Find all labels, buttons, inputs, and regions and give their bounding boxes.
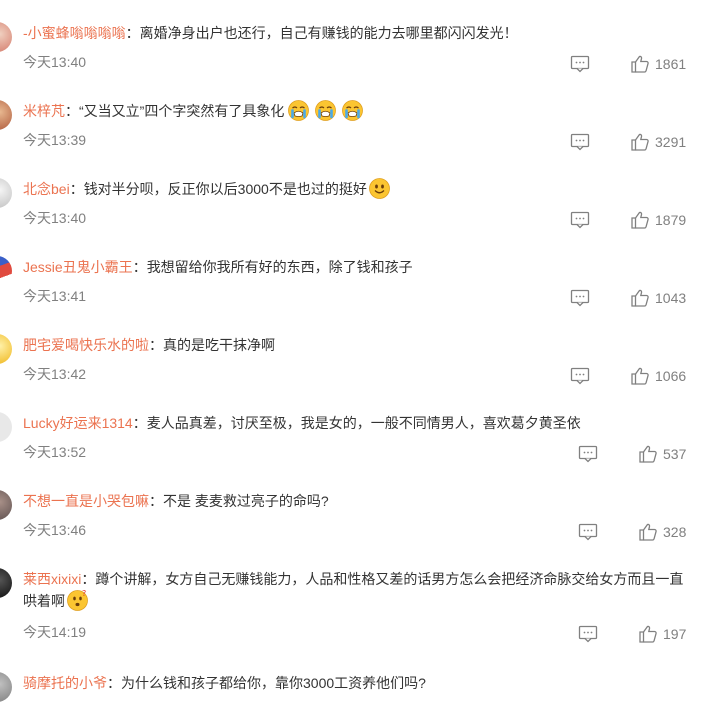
- comment-separator: ：: [149, 337, 163, 353]
- comment-separator: ：: [149, 493, 163, 509]
- thumbs-up-icon: [631, 289, 649, 307]
- thumbs-up-icon: [639, 523, 657, 541]
- avatar-image: [0, 672, 12, 702]
- like-button[interactable]: 1066: [630, 366, 686, 386]
- comment-username[interactable]: Jessie丑鬼小霸王: [23, 259, 133, 275]
- comment-text-line: Jessie丑鬼小霸王：我想留给你我所有好的东西，除了钱和孩子: [23, 256, 692, 278]
- like-button[interactable]: 1879: [630, 210, 686, 230]
- comment-separator: ：: [69, 181, 84, 197]
- crying-face-icon: [315, 100, 337, 121]
- avatar[interactable]: [0, 672, 12, 702]
- like-button[interactable]: 328: [638, 522, 686, 542]
- comment-separator: ：: [65, 103, 79, 119]
- like-button[interactable]: 3291: [630, 132, 686, 152]
- avatar-image: [0, 490, 12, 520]
- comment-separator: ：: [125, 25, 140, 41]
- avatar[interactable]: [0, 334, 12, 364]
- comment-text-line: 骑摩托的小爷：为什么钱和孩子都给你，靠你3000工资养他们吗?: [23, 672, 692, 694]
- comment-text-line: -小蜜蜂嗡嗡嗡嗡：离婚净身出户也还行，自己有赚钱的能力去哪里都闪闪发光！: [23, 22, 692, 44]
- like-button[interactable]: 537: [638, 444, 686, 464]
- comment-body: “又当又立”四个字突然有了具象化: [79, 103, 285, 119]
- avatar-image: [0, 568, 12, 598]
- like-count: 3291: [655, 134, 687, 150]
- crying-face-icon: [288, 100, 310, 121]
- like-count: 197: [663, 626, 687, 642]
- like-count: 1879: [655, 212, 687, 228]
- reply-icon[interactable]: [570, 288, 590, 308]
- avatar-image: [0, 178, 12, 208]
- comment-timestamp: 今天14:19: [23, 624, 87, 640]
- comment-text-line: 莱西xixixi：蹲个讲解，女方自己无赚钱能力，人品和性格又差的话男方怎么会把经…: [23, 568, 692, 612]
- comment-body: 蹲个讲解，女方自己无赚钱能力，人品和性格又差的话男方怎么会把经济命脉交给女方而且…: [23, 571, 684, 609]
- avatar-image: [0, 22, 12, 52]
- reply-icon[interactable]: [578, 522, 598, 542]
- comment-timestamp: 今天13:40: [23, 210, 87, 226]
- comment-body: 钱对半分呗，反正你以后3000不是也过的挺好: [83, 181, 367, 197]
- like-count: 1043: [655, 290, 687, 306]
- comment-timestamp: 今天13:42: [23, 366, 87, 382]
- avatar-image: [0, 100, 12, 130]
- comment-separator: ：: [81, 571, 96, 587]
- like-button[interactable]: 197: [638, 624, 686, 644]
- crying-face-icon: [342, 100, 364, 121]
- comment-text-line: Lucky好运来1314：麦人品真差，讨厌至极，我是女的，一般不同情男人，喜欢葛…: [23, 412, 692, 434]
- comment-username[interactable]: 莱西xixixi: [23, 571, 81, 587]
- comment-body: 不是 麦麦救过亮子的命吗?: [163, 493, 329, 509]
- smiley-face-icon: [368, 178, 390, 199]
- comment-body: 麦人品真差，讨厌至极，我是女的，一般不同情男人，喜欢葛夕黄圣依: [146, 415, 581, 431]
- comment-timestamp: 今天13:39: [23, 132, 87, 148]
- comment-username[interactable]: 不想一直是小哭包嘛: [23, 493, 149, 509]
- comment-username[interactable]: Lucky好运来1314: [23, 415, 133, 431]
- comment-username[interactable]: 米梓芃: [23, 103, 65, 119]
- comment-timestamp: 今天13:41: [23, 288, 87, 304]
- comment-username[interactable]: 北念bei: [23, 181, 70, 197]
- like-count: 1066: [655, 368, 687, 384]
- like-button[interactable]: 1043: [630, 288, 686, 308]
- comment-username[interactable]: 骑摩托的小爷: [23, 675, 107, 691]
- comment-separator: ：: [132, 415, 147, 431]
- like-count: 1861: [655, 56, 687, 72]
- reply-icon[interactable]: [570, 366, 590, 386]
- comment-text-line: 米梓芃：“又当又立”四个字突然有了具象化: [23, 100, 692, 122]
- comment-body: 为什么钱和孩子都给你，靠你3000工资养他们吗?: [121, 675, 426, 691]
- comment-text-line: 北念bei：钱对半分呗，反正你以后3000不是也过的挺好: [23, 178, 692, 200]
- avatar[interactable]: [0, 100, 12, 130]
- comment-body: 离婚净身出户也还行，自己有赚钱的能力去哪里都闪闪发光！: [139, 25, 518, 41]
- thumbs-up-icon: [639, 445, 657, 463]
- reply-icon[interactable]: [570, 54, 590, 74]
- avatar-image: [0, 256, 12, 286]
- thumbs-up-icon: [639, 625, 657, 643]
- thumbs-up-icon: [631, 133, 649, 151]
- like-button[interactable]: 1861: [630, 54, 686, 74]
- reply-icon[interactable]: [578, 444, 598, 464]
- comment-text-line: 肥宅爱喝快乐水的啦：真的是吃干抹净啊: [23, 334, 692, 356]
- comment-body: 真的是吃干抹净啊: [163, 337, 275, 353]
- thinking-face-icon: [67, 590, 88, 611]
- comment-username[interactable]: -小蜜蜂嗡嗡嗡嗡: [23, 25, 126, 41]
- thumbs-up-icon: [631, 211, 649, 229]
- comment-separator: ：: [107, 675, 121, 691]
- avatar[interactable]: [0, 412, 12, 442]
- comment-timestamp: 今天13:40: [23, 54, 87, 70]
- avatar[interactable]: [0, 568, 12, 598]
- avatar[interactable]: [0, 22, 12, 52]
- avatar-image: [0, 334, 12, 364]
- avatar[interactable]: [0, 490, 12, 520]
- comment-separator: ：: [132, 259, 147, 275]
- comment-timestamp: 今天13:52: [23, 444, 87, 460]
- like-count: 537: [663, 446, 687, 462]
- reply-icon[interactable]: [578, 624, 598, 644]
- thumbs-up-icon: [631, 55, 649, 73]
- avatar[interactable]: [0, 178, 12, 208]
- thumbs-up-icon: [631, 367, 649, 385]
- avatar[interactable]: [0, 256, 12, 286]
- reply-icon[interactable]: [570, 210, 590, 230]
- avatar-image: [0, 412, 12, 442]
- comment-body: 我想留给你我所有好的东西，除了钱和孩子: [146, 259, 413, 275]
- comment-timestamp: 今天13:46: [23, 522, 87, 538]
- reply-icon[interactable]: [570, 132, 590, 152]
- comment-username[interactable]: 肥宅爱喝快乐水的啦: [23, 337, 149, 353]
- comment-text-line: 不想一直是小哭包嘛：不是 麦麦救过亮子的命吗?: [23, 490, 692, 512]
- like-count: 328: [663, 524, 687, 540]
